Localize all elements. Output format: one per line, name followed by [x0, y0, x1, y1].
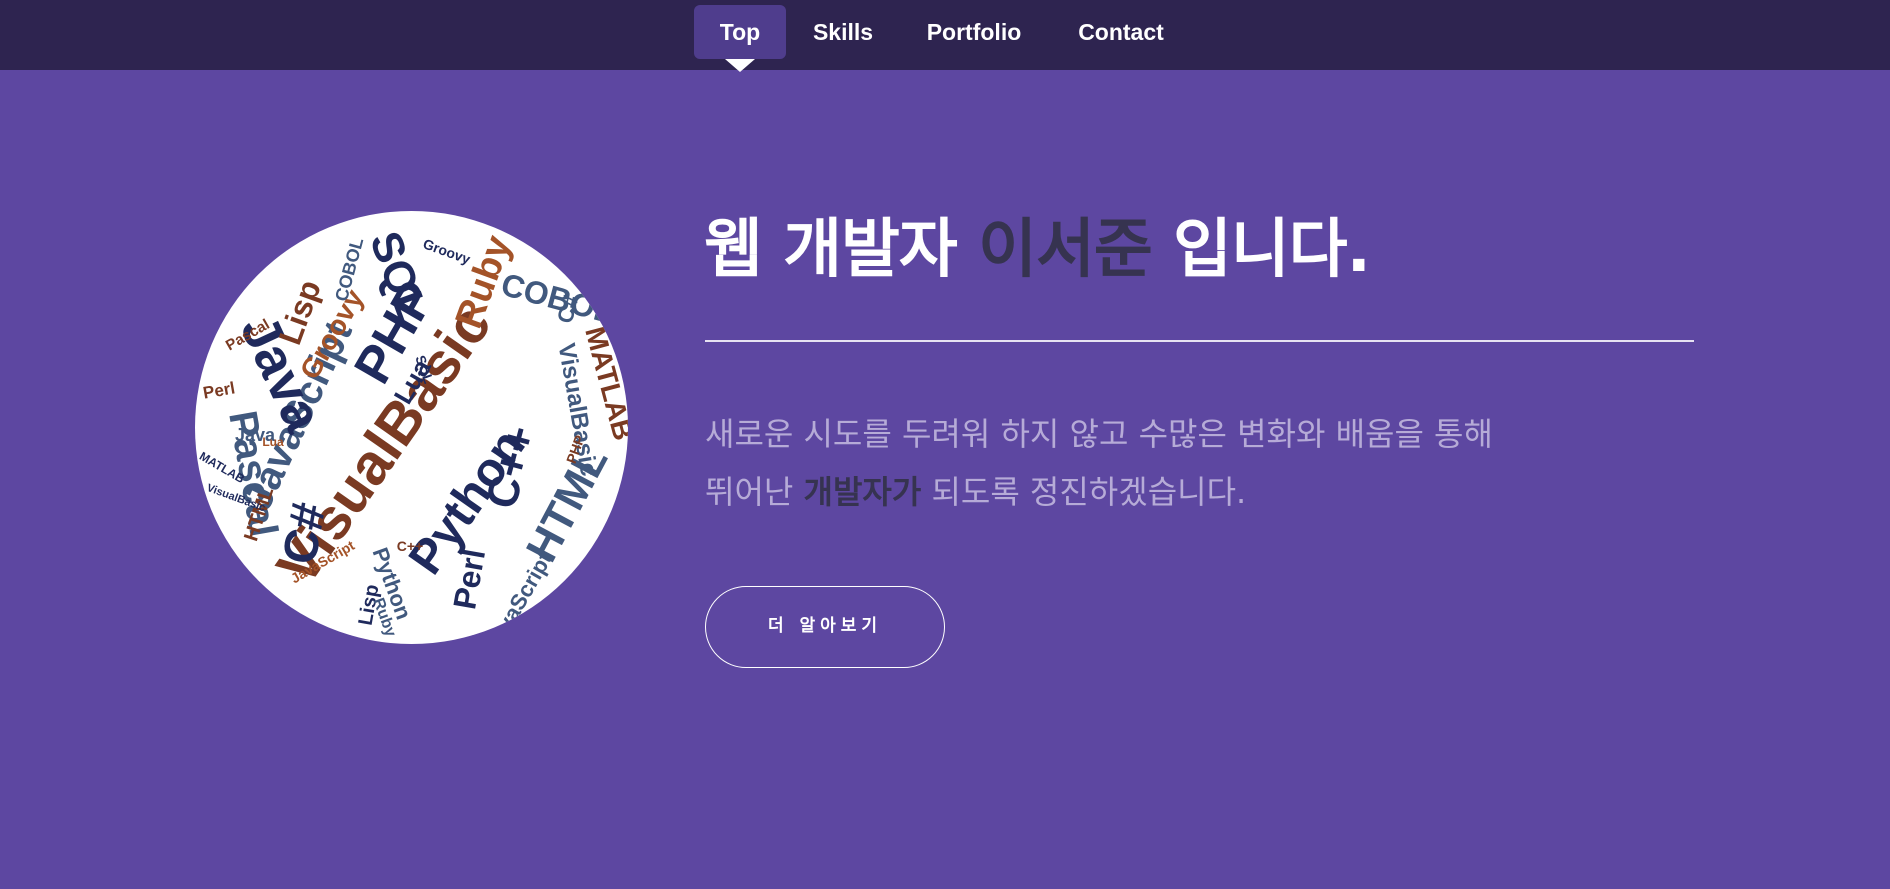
nav-item-top[interactable]: Top: [694, 5, 786, 72]
intro-emphasis: 개발자가: [803, 473, 922, 511]
cloud-word: Perl: [202, 378, 237, 402]
nav-item-portfolio[interactable]: Portfolio: [900, 5, 1048, 59]
word-cloud-image: VisualBasic Python JavaScript Java PHP S…: [195, 211, 628, 644]
hero-intro: 새로운 시도를 두려워 하지 않고 수많은 변화와 배움을 통해뛰어난 개발자가…: [705, 405, 1605, 521]
nav-item-contact[interactable]: Contact: [1048, 5, 1194, 59]
intro-line-1: 새로운 시도를 두려워 하지 않고 수많은 변화와 배움을 통해: [705, 415, 1493, 453]
cloud-word: COBOL: [545, 227, 573, 273]
learn-more-button[interactable]: 더 알아보기: [705, 586, 945, 668]
top-navbar: Top Skills Portfolio Contact: [0, 0, 1890, 72]
intro-line-2-end: 되도록 정진하겠습니다.: [921, 473, 1247, 511]
cloud-word: Lua: [262, 435, 284, 449]
hero-divider: [705, 340, 1694, 342]
cloud-word: Groovy: [421, 235, 473, 267]
cloud-word: C++: [397, 538, 423, 554]
developer-name: 이서준: [978, 213, 1153, 287]
cloud-word: JavaScript: [480, 547, 558, 644]
headline-prefix: 웹 개발자: [704, 213, 979, 287]
word-cloud-graphic: VisualBasic Python JavaScript Java PHP S…: [197, 225, 628, 644]
nav-menu: Top Skills Portfolio Contact: [694, 5, 1194, 72]
hero-headline: 웹 개발자 이서준 입니다.: [704, 210, 1371, 290]
headline-suffix: 입니다.: [1151, 213, 1371, 287]
cloud-word: COBOL: [331, 235, 367, 303]
intro-line-2-start: 뛰어난: [705, 473, 804, 511]
nav-item-skills[interactable]: Skills: [786, 5, 900, 59]
